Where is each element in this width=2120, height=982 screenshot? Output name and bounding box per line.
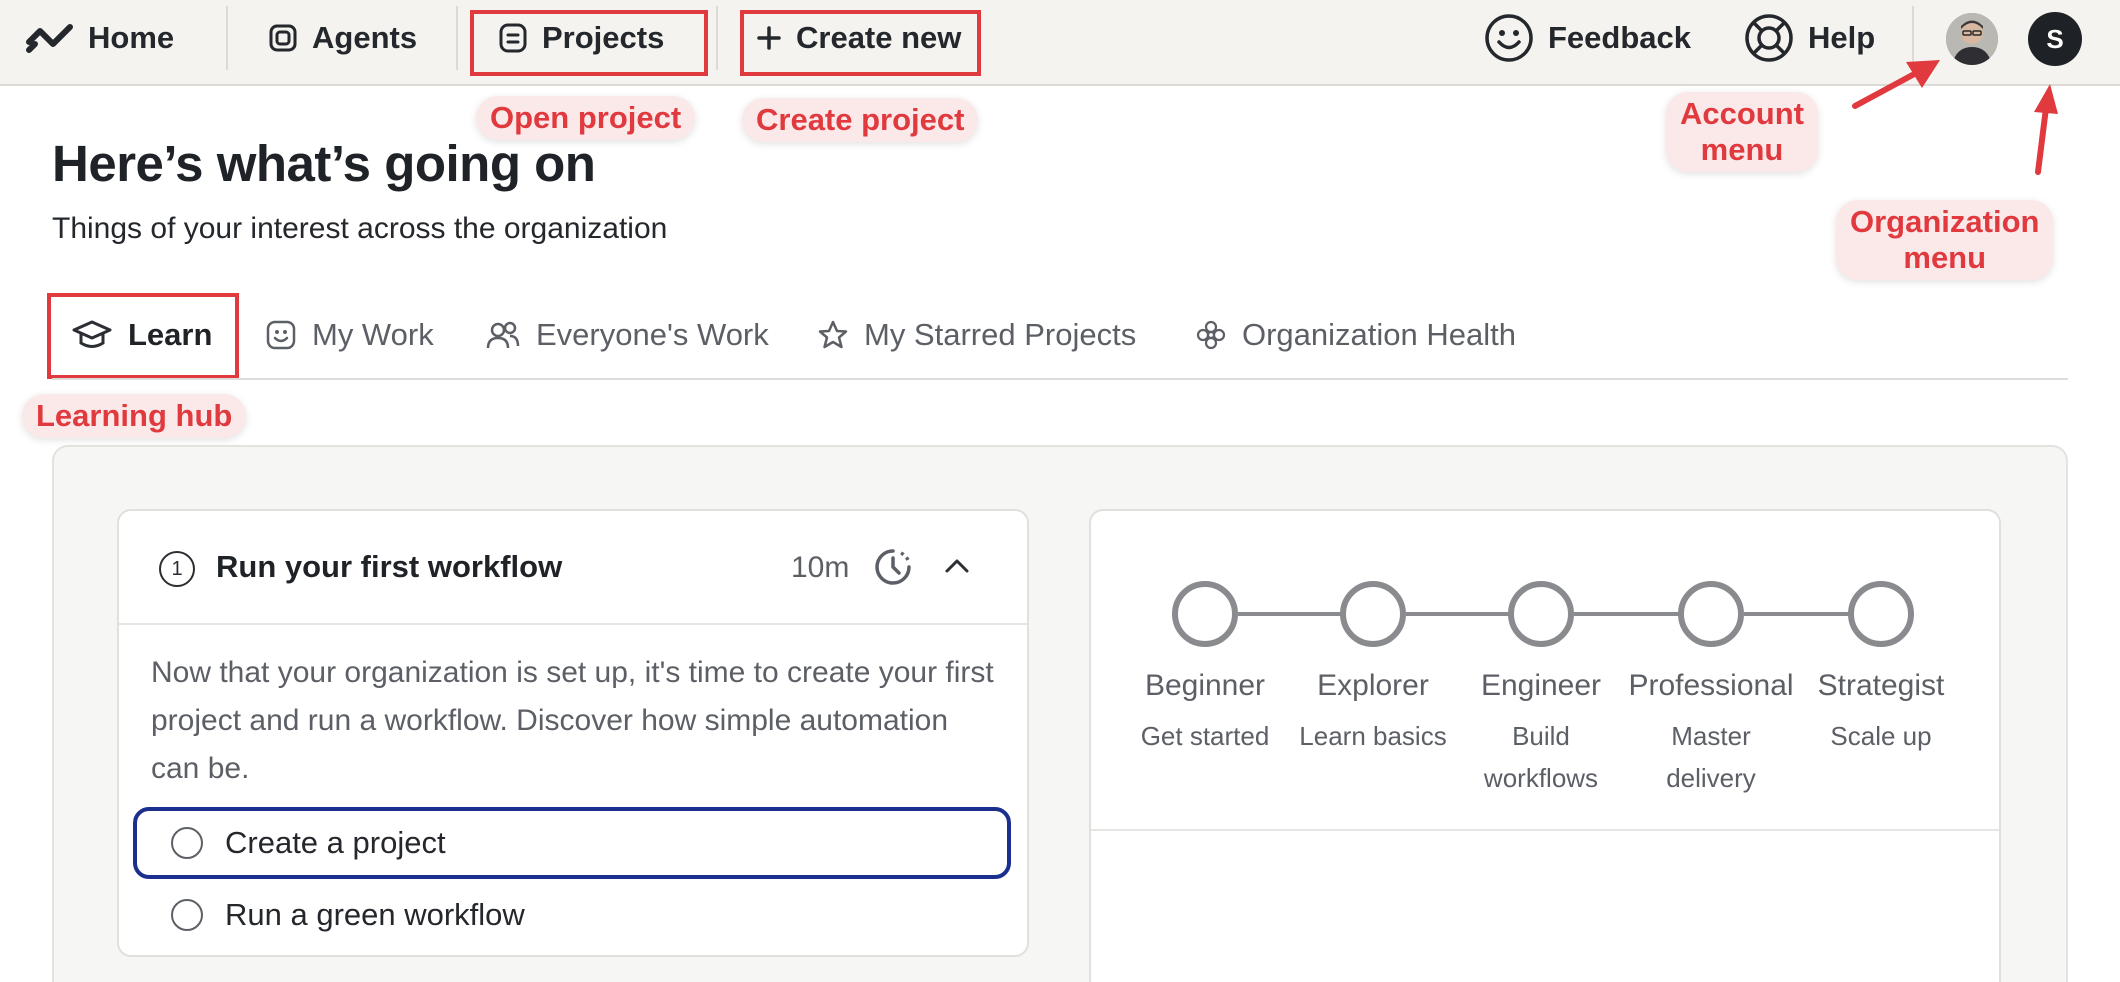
user-photo-icon [1946,13,1998,65]
workflow-description: Now that your organization is set up, it… [151,656,994,785]
help-button[interactable]: Help [1744,0,1875,76]
nav-home[interactable]: Home [26,0,174,76]
smiley-icon [266,320,296,350]
tab-organization-health[interactable]: Organization Health [1196,308,1516,362]
tab-learn[interactable]: Learn [72,308,212,362]
nav-separator [716,6,718,70]
task-run-green-workflow[interactable]: Run a green workflow [133,879,1011,951]
level-name: Strategist [1817,669,1945,702]
nav-home-label: Home [88,20,175,55]
level-connector [1744,612,1850,616]
nav-agents[interactable]: Agents [268,0,417,76]
task-radio[interactable] [171,827,203,859]
tab-learn-label: Learn [128,317,213,352]
workflow-duration: 10m [791,551,850,584]
level-strategist-circle [1848,581,1914,647]
levels-card: Beginner Explorer Engineer Professional … [1089,509,2001,982]
tab-my-work-label: My Work [312,317,434,352]
task-create-project[interactable]: Create a project [133,807,1011,879]
nav-agents-label: Agents [312,20,418,55]
tabs-divider [52,378,2068,380]
account-avatar[interactable] [1946,13,1998,65]
level-description: Learn basics [1299,721,1447,751]
account-menu-callout-line2: menu [1700,132,1784,167]
create-project-callout: Create project [742,98,979,142]
organization-menu-callout-line1: Organization [1850,204,2040,239]
level-name: Explorer [1317,669,1429,702]
nav-separator [456,6,458,70]
level-connector [1238,612,1342,616]
create-new-highlight-box [740,10,981,76]
workflow-card-header[interactable]: 1 Run your first workflow 10m [119,511,1027,625]
level-name: Beginner [1144,669,1266,702]
tab-my-starred-projects-label: My Starred Projects [864,317,1137,352]
task-radio[interactable] [171,899,203,931]
task-label: Create a project [225,825,446,860]
star-icon [818,320,848,349]
levels-divider [1091,829,1999,831]
tab-everyones-work[interactable]: Everyone's Work [486,308,769,362]
step-number-badge: 1 [159,551,195,587]
workflow-card-title: Run your first workflow [216,549,563,584]
clock-icon [875,549,911,585]
task-label: Run a green workflow [225,897,525,932]
agents-icon [269,24,297,52]
nav-separator [1912,6,1914,70]
level-explorer-circle [1340,581,1406,647]
feedback-label: Feedback [1548,20,1692,55]
learning-hub-callout: Learning hub [22,394,247,438]
level-description: Build workflows [1483,721,1599,793]
tab-everyones-work-label: Everyone's Work [536,317,769,352]
lifebuoy-icon [1745,14,1793,62]
organization-menu-callout-line2: menu [1903,240,1987,275]
flower-icon [1196,320,1226,350]
workflow-card: 1 Run your first workflow 10m Now that y… [117,509,1029,957]
organization-menu-callout: Organization menu [1836,200,2054,280]
tab-organization-health-label: Organization Health [1242,317,1516,352]
feedback-button[interactable]: Feedback [1484,0,1691,76]
account-menu-callout: Account menu [1666,92,1818,172]
tab-my-work[interactable]: My Work [266,308,434,362]
smiley-icon [1485,14,1533,62]
page-title: Here’s what’s going on [52,135,596,192]
level-name: Professional [1628,669,1794,702]
users-icon [486,321,520,349]
account-menu-callout-line1: Account [1680,96,1804,131]
level-beginner-circle [1172,581,1238,647]
help-label: Help [1808,20,1876,55]
top-navigation-bar: Home Agents Projects Create new Feedback… [0,0,2120,86]
nav-separator [226,6,228,70]
level-connector [1574,612,1680,616]
organization-avatar[interactable]: S [2028,12,2082,66]
level-engineer-circle [1508,581,1574,647]
level-professional-circle [1678,581,1744,647]
level-connector [1406,612,1510,616]
level-description: Master delivery [1666,721,1756,793]
home-logo-icon [26,24,73,53]
graduation-cap-icon [72,320,112,348]
tab-my-starred-projects[interactable]: My Starred Projects [818,308,1136,362]
projects-highlight-box [470,10,708,76]
chevron-up-icon[interactable] [943,555,971,577]
level-name: Engineer [1480,669,1602,702]
organization-menu-arrow [2034,84,2058,175]
level-description: Get started [1140,721,1270,751]
page-subtitle: Things of your interest across the organ… [52,212,668,245]
level-description: Scale up [1830,721,1932,751]
